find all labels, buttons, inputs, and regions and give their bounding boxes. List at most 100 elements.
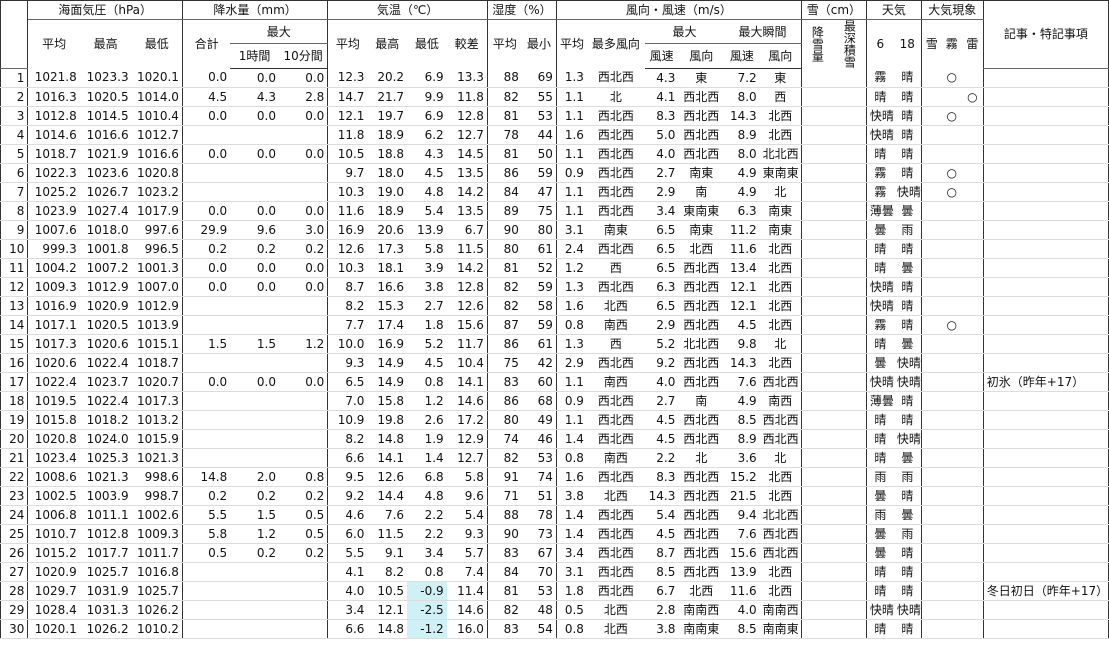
wind-gust-dir: 北西 — [759, 125, 802, 145]
pressure-high: 1017.7 — [79, 543, 132, 563]
wind-mode-dir: 西 — [586, 258, 645, 278]
wind-max-speed: 4.5 — [644, 429, 679, 449]
wind-gust-speed: 9.8 — [724, 334, 760, 354]
humidity-min: 69 — [521, 68, 557, 88]
weather-18-header: 18 — [893, 19, 922, 68]
ph-fog — [941, 467, 962, 487]
humidity-min: 47 — [521, 182, 557, 202]
pressure-avg: 1007.6 — [27, 220, 80, 240]
snowfall — [801, 600, 833, 620]
pressure-low: 1025.7 — [131, 581, 183, 601]
ph-thunder — [961, 543, 984, 563]
table-row: 23 1002.5 1003.9 998.7 0.2 0.2 0.2 9.2 14.4 4.8 9.… — [0, 486, 1109, 506]
ph-thunder — [961, 429, 984, 449]
wind-max-dir: 北西 — [678, 581, 725, 601]
humidity-min: 80 — [521, 220, 557, 240]
humidity-avg: 84 — [487, 182, 522, 202]
table-header: 海面気圧（hPa） 降水量（mm） 気温（℃） 湿度（%） 風向・風速（m/s）… — [0, 0, 1109, 69]
ph-fog — [941, 87, 962, 107]
pressure-low: 1001.3 — [131, 258, 183, 278]
humidity-avg: 88 — [487, 68, 522, 88]
weather-18: 晴 — [893, 410, 922, 430]
table-row: 25 1010.7 1012.8 1009.3 5.8 1.2 0.5 6.0 11.5 2.2 9… — [0, 524, 1109, 544]
ph-thunder — [961, 448, 984, 468]
pressure-high: 1007.2 — [79, 258, 132, 278]
temp-avg: 9.7 — [327, 163, 368, 183]
ph-thunder — [961, 277, 984, 297]
pressure-low: 1020.7 — [131, 372, 183, 392]
snowfall — [801, 353, 833, 373]
snowfall — [801, 106, 833, 126]
wind-max-speed: 4.0 — [644, 144, 679, 164]
wind-mode-dir: 西北西 — [586, 182, 645, 202]
wind-max-speed: 2.9 — [644, 315, 679, 335]
wind-max-speed: 2.7 — [644, 163, 679, 183]
precip-total — [182, 391, 231, 411]
ph-thunder: ○ — [961, 87, 984, 107]
notes — [983, 182, 1109, 202]
precip-10m: 0.5 — [278, 524, 329, 544]
pressure-high: 1024.0 — [79, 429, 132, 449]
weather-18: 晴 — [893, 125, 922, 145]
snowfall — [801, 68, 833, 88]
precip-10m — [278, 125, 329, 145]
wind-gust-dir: 西 — [759, 87, 802, 107]
wind-mode-dir: 西北西 — [586, 543, 645, 563]
ph-snow — [921, 600, 942, 620]
wind-mode-dir: 南西 — [586, 448, 645, 468]
pressure-low: 1009.3 — [131, 524, 183, 544]
precip-10m: 0.0 — [278, 144, 329, 164]
temp-range: 5.7 — [446, 543, 488, 563]
day-cell: 25 — [0, 524, 29, 544]
table-row: 8 1023.9 1027.4 1017.9 0.0 0.0 0.0 11.6 18.9 5.4 1… — [0, 201, 1109, 221]
precip-total: 29.9 — [182, 220, 231, 240]
wind-max-dir: 西北西 — [678, 125, 725, 145]
notes — [983, 619, 1109, 639]
ph-snow — [921, 296, 942, 316]
temp-range: 6.7 — [446, 220, 488, 240]
wind-max-dir: 西北西 — [678, 429, 725, 449]
temp-range: 14.2 — [446, 182, 488, 202]
humidity-avg: 83 — [487, 372, 522, 392]
temp-high: 19.8 — [367, 410, 408, 430]
temp-avg: 5.5 — [327, 543, 368, 563]
temp-high: 17.3 — [367, 239, 408, 259]
snowdepth — [832, 429, 867, 449]
precip-10m — [278, 182, 329, 202]
weather-6: 霧 — [866, 315, 894, 335]
humidity-avg: 91 — [487, 467, 522, 487]
precip-total — [182, 315, 231, 335]
snow-header: 雪（cm） — [801, 0, 867, 20]
ph-fog — [941, 372, 962, 392]
wind-max-dir: 南南西 — [678, 600, 725, 620]
pressure-high: 1023.7 — [79, 372, 132, 392]
wind-mode-dir: 西北西 — [586, 505, 645, 525]
temp-low: 6.9 — [407, 106, 447, 126]
wind-mode-dir: 北西 — [586, 486, 645, 506]
wind-max-speed: 9.2 — [644, 353, 679, 373]
precip-10m — [278, 353, 329, 373]
precip-1h-header: 1時間 — [230, 43, 279, 69]
wind-avg: 1.1 — [556, 144, 587, 164]
humidity-avg: 86 — [487, 163, 522, 183]
weather-18: 曇 — [893, 201, 922, 221]
pressure-avg: 1022.3 — [27, 163, 80, 183]
wind-avg: 1.3 — [556, 68, 587, 88]
pressure-high: 1016.6 — [79, 125, 132, 145]
ph-thunder — [961, 258, 984, 278]
wind-max-dir: 東 — [678, 68, 725, 88]
temp-high: 16.9 — [367, 334, 408, 354]
weather-18: 晴 — [893, 87, 922, 107]
wind-max-header: 最大 — [644, 19, 725, 45]
humidity-min: 68 — [521, 391, 557, 411]
humidity-avg: 83 — [487, 619, 522, 639]
ph-thunder — [961, 486, 984, 506]
temp-low: 2.2 — [407, 505, 447, 525]
precip-1h: 0.2 — [230, 486, 279, 506]
wind-gust-speed: 3.6 — [724, 448, 760, 468]
wind-gust-speed: 11.2 — [724, 220, 760, 240]
pressure-low: 1018.7 — [131, 353, 183, 373]
weather-18: 曇 — [893, 334, 922, 354]
wind-header: 風向・風速（m/s） — [556, 0, 802, 20]
day-cell: 7 — [0, 182, 29, 202]
